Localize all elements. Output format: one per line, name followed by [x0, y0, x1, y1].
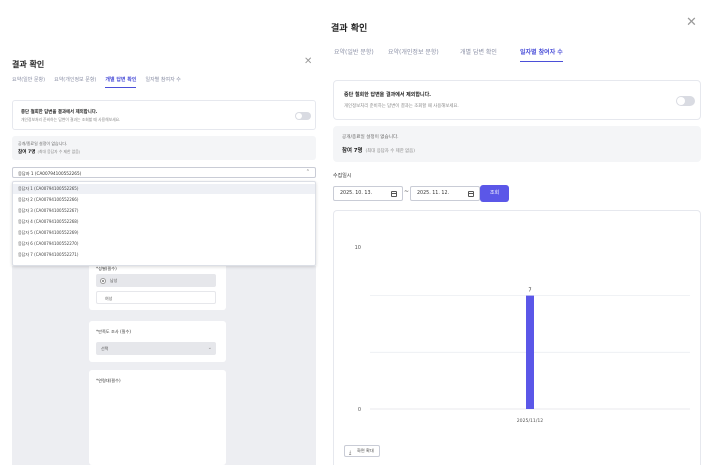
tab-individual-answers[interactable]: 개별 답변 확인: [460, 47, 497, 61]
tab-individual-answers[interactable]: 개별 답변 확인: [105, 76, 137, 88]
data-label: 7: [528, 288, 531, 294]
close-icon[interactable]: ✕: [686, 15, 697, 30]
tab-daily-participants[interactable]: 일자별 참여자 수: [520, 47, 563, 62]
search-button[interactable]: 조회: [480, 185, 509, 202]
exclude-withdrawn-card: 중단 철회한 답변을 결과에서 제외합니다. 개인정보처리 준비하는 답변이 결…: [333, 80, 701, 120]
tab-summary-general[interactable]: 요약(일반 문항): [334, 47, 374, 61]
tab-summary-personal[interactable]: 요약(개인정보 문항): [388, 47, 439, 61]
right-result-panel: 결과 확인 ✕ 요약(일반 문항) 요약(개인정보 문항) 개별 답변 확인 일…: [322, 0, 712, 465]
participant-count: 참여 7명 (최대 응답자 수 제한 없음): [18, 149, 80, 155]
dropdown-option[interactable]: 응답자 2 (CA00794100552266): [13, 195, 315, 205]
bar: [526, 295, 534, 409]
tab-daily-participants[interactable]: 일자별 참여자 수: [145, 76, 180, 88]
date-from-input[interactable]: 2025. 10. 13.: [333, 186, 403, 201]
notice-title: 중단 철회한 답변을 결과에서 제외합니다.: [21, 110, 98, 115]
x-tick-label: 2025/11/12: [517, 418, 544, 424]
date-to-input[interactable]: 2025. 11. 12.: [410, 186, 480, 201]
expand-icon: ⤓: [349, 450, 352, 456]
daily-participants-chart: 0 10 7 2025/11/12: [355, 245, 690, 424]
radio-label: 여성: [105, 296, 113, 301]
dropdown-option[interactable]: 응답자 3 (CA00794100552267): [13, 206, 315, 216]
notice-title: 중단 철회한 답변을 결과에서 제외합니다.: [344, 92, 432, 98]
exclude-withdrawn-card: 중단 철회한 답변을 결과에서 제외합니다. 개인정보처리 준비하는 답변이 결…: [12, 100, 316, 130]
tab-summary-general[interactable]: 요약(일반 문항): [12, 76, 45, 88]
exclude-toggle[interactable]: [295, 112, 311, 120]
screen: 결과 확인 ✕ 요약(일반 문항) 요약(개인정보 문항) 개별 답변 확인 일…: [0, 0, 712, 465]
answer-preview-area: *성별(필수) 남성 여성 *만족도 조사 (필수) 선택 ⌄ *연령대(필수): [12, 258, 316, 465]
daily-participants-chart-card: 0 10 7 2025/11/12 ⤓ 화면 확대: [333, 210, 701, 465]
tab-bar: 요약(일반 문항) 요약(개인정보 문항) 개별 답변 확인 일자별 참여자 수: [12, 76, 181, 88]
y-tick-label: 10: [355, 245, 361, 251]
fullscreen-label: 화면 확대: [357, 448, 374, 453]
participant-count-text: 참여 7명: [342, 148, 363, 154]
chevron-up-icon: ⌃: [305, 169, 310, 175]
participation-info: 공개/종료일 설정이 없습니다. 참여 7명 (최대 응답자 수 제한 없음): [12, 136, 316, 160]
calendar-icon[interactable]: [391, 191, 397, 197]
tab-summary-personal[interactable]: 요약(개인정보 문항): [54, 76, 96, 88]
respondent-select-value: 응답자 1 (CA00794100552265): [18, 170, 82, 176]
dropdown-option[interactable]: 응답자 6 (CA00794100552270): [13, 239, 315, 249]
dropdown-option[interactable]: 응답자 7 (CA00794100552271): [13, 250, 315, 260]
question-label: *성별(필수): [96, 266, 117, 271]
left-result-panel: 결과 확인 ✕ 요약(일반 문항) 요약(개인정보 문항) 개별 답변 확인 일…: [0, 0, 322, 465]
collection-period-label: 수집일시: [333, 173, 352, 179]
participant-count-text: 참여 7명: [18, 150, 36, 155]
y-tick-label: 0: [358, 407, 361, 413]
participant-limit: (최대 응답자 수 제한 없음): [37, 149, 81, 154]
respondent-dropdown: 응답자 1 (CA00794100552265) 응답자 2 (CA007941…: [12, 181, 316, 266]
exclude-toggle[interactable]: [676, 96, 695, 106]
close-icon[interactable]: ✕: [304, 56, 312, 67]
date-to-value: 2025. 11. 12.: [417, 191, 450, 196]
period-notice: 공개/종료일 설정이 없습니다.: [18, 141, 68, 146]
date-range-separator: ~: [404, 188, 410, 195]
notice-desc: 개인정보처리 준비하는 답변이 결과는 조회할 때 사용해보세요.: [21, 117, 121, 122]
dropdown-option[interactable]: 응답자 1 (CA00794100552265): [13, 184, 315, 194]
fullscreen-button[interactable]: ⤓ 화면 확대: [344, 445, 380, 457]
chevron-down-icon: ⌄: [207, 345, 212, 351]
question-card-satisfaction: *만족도 조사 (필수) 선택 ⌄: [89, 321, 226, 362]
page-title: 결과 확인: [12, 60, 45, 69]
calendar-icon[interactable]: [468, 191, 474, 197]
participant-limit: (최대 응답자 수 제한 없음): [365, 149, 415, 154]
page-title: 결과 확인: [331, 24, 368, 34]
participation-info: 공개/종료일 설정이 없습니다. 참여 7명 (최대 응답자 수 제한 없음): [333, 126, 701, 162]
question-card-age: *연령대(필수): [89, 370, 226, 465]
satisfaction-select-value: 선택: [101, 346, 109, 351]
radio-option-male[interactable]: 남성: [96, 274, 216, 287]
radio-label: 남성: [110, 278, 118, 283]
dropdown-option[interactable]: 응답자 4 (CA00794100552268): [13, 217, 315, 227]
satisfaction-select[interactable]: 선택 ⌄: [96, 342, 216, 355]
radio-option-female[interactable]: 여성: [96, 291, 216, 304]
dropdown-option[interactable]: 응답자 5 (CA00794100552269): [13, 228, 315, 238]
respondent-select[interactable]: 응답자 1 (CA00794100552265) ⌃: [12, 167, 316, 178]
radio-icon: [100, 277, 106, 284]
participant-count: 참여 7명 (최대 응답자 수 제한 없음): [342, 146, 415, 154]
question-label: *연령대(필수): [96, 378, 121, 383]
period-notice: 공개/종료일 설정이 없습니다.: [342, 135, 399, 140]
question-label: *만족도 조사 (필수): [96, 329, 131, 334]
date-from-value: 2025. 10. 13.: [340, 191, 373, 196]
notice-desc: 개인정보처리 준비하는 답변이 결과는 조회할 때 사용해보세요.: [344, 104, 459, 109]
